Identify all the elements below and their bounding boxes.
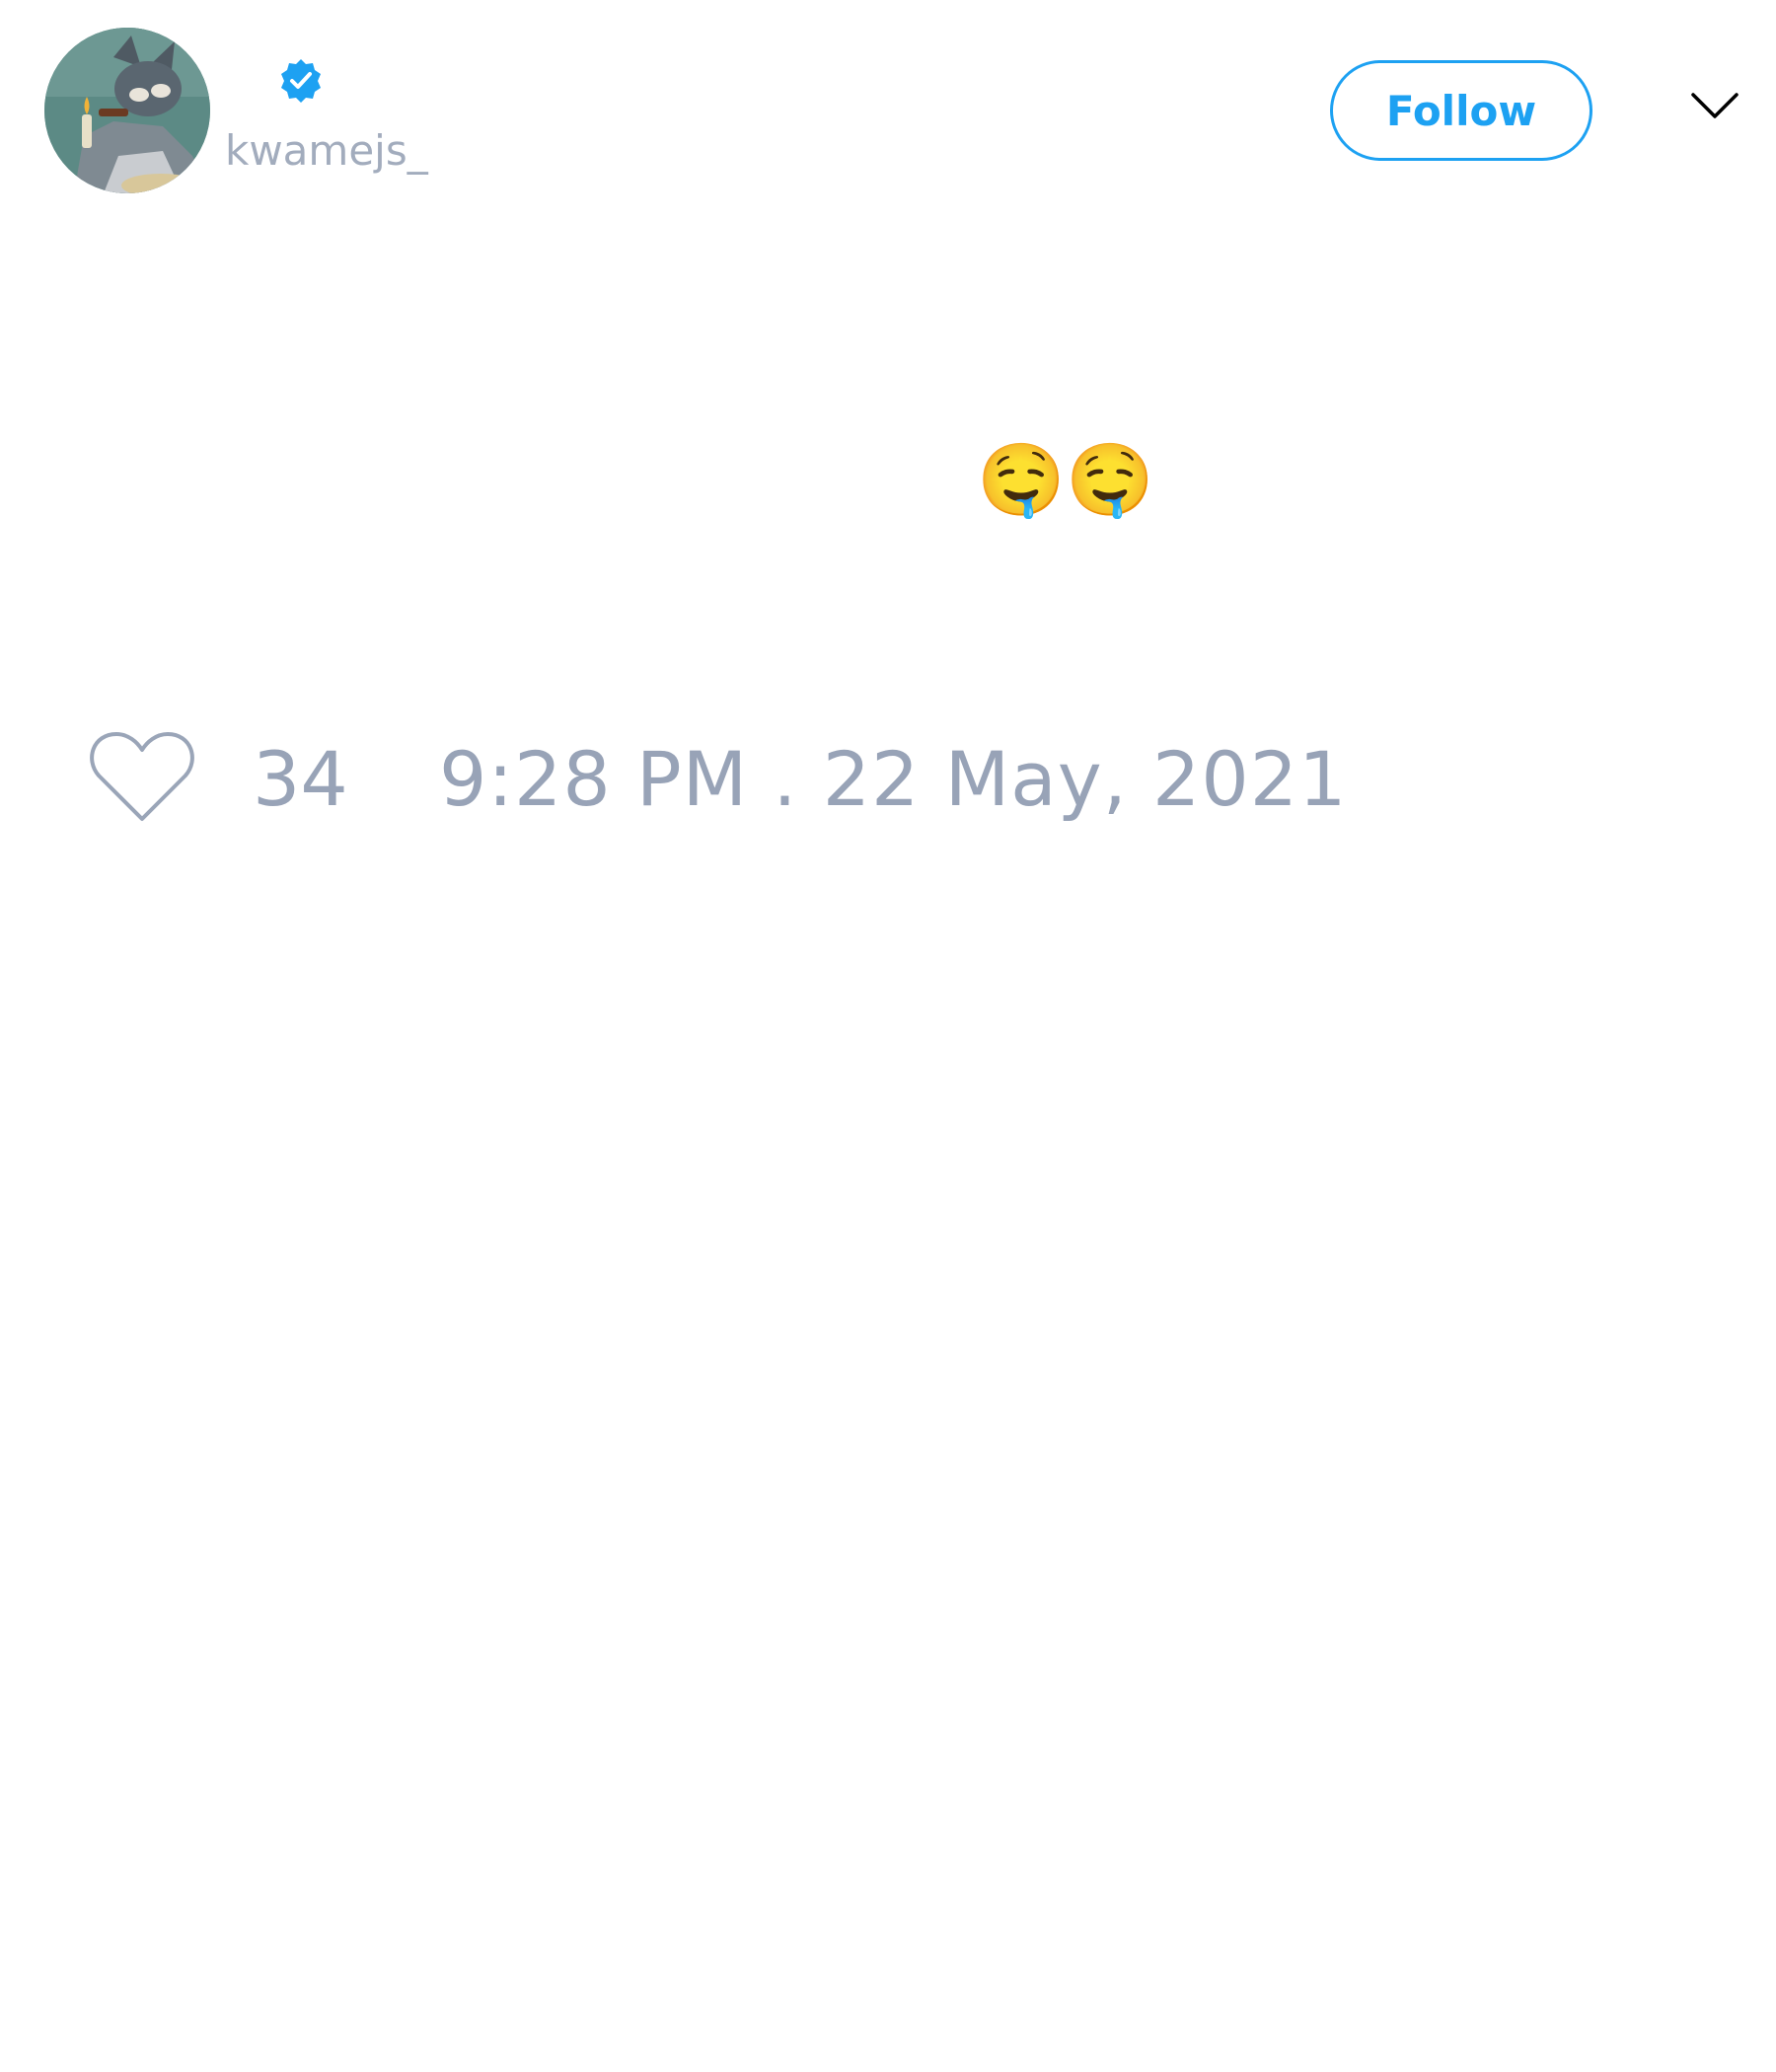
avatar[interactable]	[44, 28, 210, 193]
follow-button[interactable]: Follow	[1330, 60, 1592, 161]
cartoon-cat-avatar-image	[44, 28, 210, 193]
heart-outline-icon[interactable]	[87, 728, 197, 827]
tweet-timestamp[interactable]: 9:28 PM . 22 May, 2021	[439, 735, 1347, 824]
author-handle[interactable]: kwamejs_	[225, 124, 428, 178]
like-count: 34	[253, 735, 348, 823]
chevron-down-icon[interactable]	[1689, 89, 1740, 124]
verified-badge-icon	[281, 59, 321, 103]
tweet-text: 🤤🤤	[977, 438, 1154, 521]
